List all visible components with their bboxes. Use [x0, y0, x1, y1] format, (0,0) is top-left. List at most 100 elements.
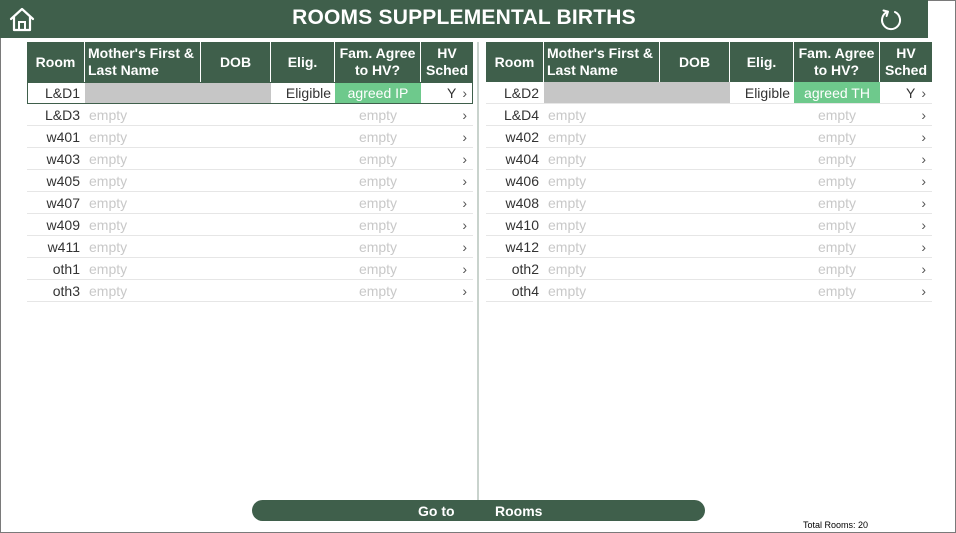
col-fam-line1: Fam. Agree — [798, 45, 875, 61]
chevron-right-icon[interactable]: › — [462, 85, 467, 101]
hv-cell: › — [880, 258, 932, 279]
chevron-right-icon[interactable]: › — [921, 85, 926, 101]
room-cell: w412 — [505, 238, 539, 255]
elig-cell — [271, 148, 335, 169]
fam-agree-cell: empty — [358, 128, 398, 145]
fam-agree-cell: empty — [358, 282, 398, 299]
chevron-right-icon[interactable]: › — [921, 261, 926, 277]
table-header: Room Mother's First & Last Name DOB Elig.… — [27, 42, 473, 82]
chevron-right-icon[interactable]: › — [921, 195, 926, 211]
col-name-line2: Last Name — [88, 62, 159, 78]
dob-cell — [201, 236, 271, 257]
table-row[interactable]: w404 empty empty › — [486, 148, 932, 170]
col-hv-sched: HV Sched — [421, 42, 473, 82]
hv-cell: › — [880, 192, 932, 213]
table-row[interactable]: L&D1 Eligible agreed IP Y › — [27, 82, 473, 104]
hv-cell: › — [880, 126, 932, 147]
dob-cell — [660, 170, 730, 191]
table-row[interactable]: L&D3 empty empty › — [27, 104, 473, 126]
hv-cell: › — [421, 170, 473, 191]
fam-agree-cell: empty — [358, 260, 398, 277]
dob-cell — [201, 280, 271, 301]
go-to-rooms-button[interactable]: Go to Rooms — [252, 500, 705, 521]
col-elig: Elig. — [271, 42, 335, 82]
col-hv-line2: Sched — [425, 62, 468, 78]
dob-cell — [660, 214, 730, 235]
table-row[interactable]: oth4 empty empty › — [486, 280, 932, 302]
table-row[interactable]: w403 empty empty › — [27, 148, 473, 170]
elig-cell — [271, 192, 335, 213]
dob-cell — [660, 148, 730, 169]
chevron-right-icon[interactable]: › — [462, 283, 467, 299]
fam-agree-cell: empty — [358, 216, 398, 233]
elig-cell — [271, 236, 335, 257]
table-row[interactable]: w409 empty empty › — [27, 214, 473, 236]
fam-agree-cell: empty — [817, 238, 857, 255]
room-cell: w404 — [505, 150, 539, 167]
elig-cell — [730, 192, 794, 213]
mother-name-cell: empty — [548, 106, 587, 123]
mother-name-cell: empty — [89, 282, 128, 299]
table-row[interactable]: w405 empty empty › — [27, 170, 473, 192]
table-row[interactable]: w408 empty empty › — [486, 192, 932, 214]
chevron-right-icon[interactable]: › — [462, 107, 467, 123]
table-row[interactable]: L&D2 Eligible agreed TH Y › — [486, 82, 932, 104]
table-row[interactable]: w412 empty empty › — [486, 236, 932, 258]
mother-name-cell: empty — [548, 282, 587, 299]
mother-name-cell: empty — [89, 106, 128, 123]
chevron-right-icon[interactable]: › — [462, 195, 467, 211]
table-row[interactable]: w411 empty empty › — [27, 236, 473, 258]
col-mother-name: Mother's First & Last Name — [544, 42, 660, 82]
hv-cell: Y › — [880, 82, 932, 103]
table-row[interactable]: w402 empty empty › — [486, 126, 932, 148]
col-fam-line2: to HV? — [813, 62, 860, 78]
elig-cell — [271, 258, 335, 279]
mother-name-cell: empty — [89, 150, 128, 167]
total-rooms: Total Rooms: 20 — [803, 520, 869, 530]
chevron-right-icon[interactable]: › — [462, 151, 467, 167]
dob-cell — [201, 126, 271, 147]
hv-cell: › — [880, 170, 932, 191]
hv-cell: › — [421, 236, 473, 257]
table-row[interactable]: w407 empty empty › — [27, 192, 473, 214]
table-row[interactable]: L&D4 empty empty › — [486, 104, 932, 126]
col-hv-line1: HV — [437, 45, 457, 61]
table-row[interactable]: oth1 empty empty › — [27, 258, 473, 280]
chevron-right-icon[interactable]: › — [462, 173, 467, 189]
chevron-right-icon[interactable]: › — [921, 107, 926, 123]
col-fam-line1: Fam. Agree — [339, 45, 416, 61]
chevron-right-icon[interactable]: › — [921, 173, 926, 189]
fam-agree-cell: agreed TH — [794, 82, 880, 103]
panel-divider — [477, 42, 479, 520]
table-row[interactable]: w401 empty empty › — [27, 126, 473, 148]
dob-cell — [660, 236, 730, 257]
mother-name-cell: empty — [89, 260, 128, 277]
chevron-right-icon[interactable]: › — [921, 151, 926, 167]
elig-cell — [730, 236, 794, 257]
room-cell: oth2 — [511, 260, 539, 277]
refresh-icon[interactable] — [879, 8, 903, 32]
col-mother-name: Mother's First & Last Name — [85, 42, 201, 82]
right-rows: L&D2 Eligible agreed TH Y › L&D4 empty empty › … — [486, 82, 932, 302]
dob-cell — [660, 104, 730, 125]
chevron-right-icon[interactable]: › — [921, 239, 926, 255]
chevron-right-icon[interactable]: › — [921, 217, 926, 233]
mother-name-cell: empty — [548, 128, 587, 145]
elig-cell — [271, 214, 335, 235]
table-row[interactable]: oth2 empty empty › — [486, 258, 932, 280]
dob-cell — [660, 280, 730, 301]
table-row[interactable]: oth3 empty empty › — [27, 280, 473, 302]
chevron-right-icon[interactable]: › — [462, 217, 467, 233]
chevron-right-icon[interactable]: › — [462, 239, 467, 255]
col-room: Room — [27, 42, 85, 82]
dob-cell — [201, 192, 271, 213]
chevron-right-icon[interactable]: › — [921, 283, 926, 299]
table-row[interactable]: w410 empty empty › — [486, 214, 932, 236]
chevron-right-icon[interactable]: › — [462, 129, 467, 145]
table-row[interactable]: w406 empty empty › — [486, 170, 932, 192]
fam-agree-cell: empty — [817, 216, 857, 233]
chevron-right-icon[interactable]: › — [921, 129, 926, 145]
chevron-right-icon[interactable]: › — [462, 261, 467, 277]
elig-cell — [271, 170, 335, 191]
hv-cell: › — [421, 280, 473, 301]
